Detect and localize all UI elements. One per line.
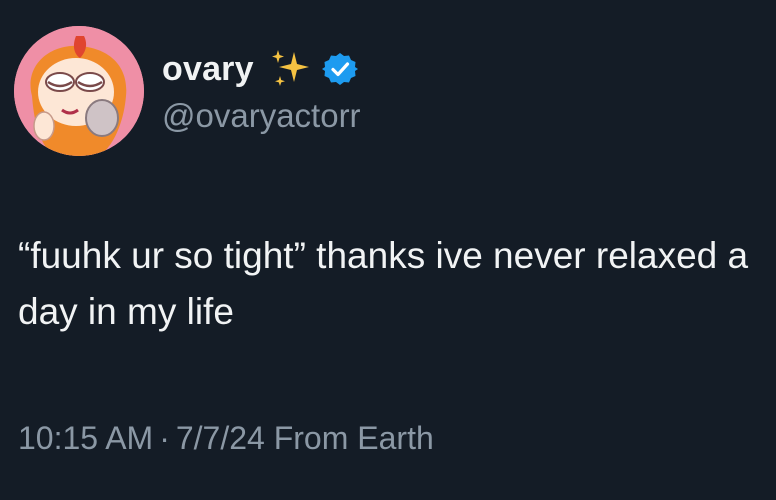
- avatar[interactable]: [14, 26, 144, 156]
- name-row: ovary: [162, 43, 361, 95]
- meta-separator: ·: [159, 420, 170, 456]
- tweet-source: From Earth: [273, 420, 434, 456]
- tweet-text: “fuuhk ur so tight” thanks ive never rel…: [18, 235, 749, 332]
- tweet-time[interactable]: 10:15 AM: [18, 420, 153, 456]
- tweet-meta: 10:15 AM · 7/7/24 From Earth: [18, 420, 434, 457]
- author-info: ovary @ovaryactorr: [162, 43, 361, 135]
- tweet-card: ovary @ovaryactorr “fuuhk ur so tight” t…: [0, 0, 776, 500]
- tweet-date[interactable]: 7/7/24: [176, 420, 265, 456]
- tweet-header: ovary @ovaryactorr: [14, 26, 361, 156]
- avatar-illustration-icon: [14, 26, 144, 156]
- display-name[interactable]: ovary: [162, 50, 254, 89]
- verified-badge-icon[interactable]: [321, 51, 358, 87]
- sparkles-icon: [271, 50, 309, 86]
- username-handle[interactable]: @ovaryactorr: [162, 97, 361, 135]
